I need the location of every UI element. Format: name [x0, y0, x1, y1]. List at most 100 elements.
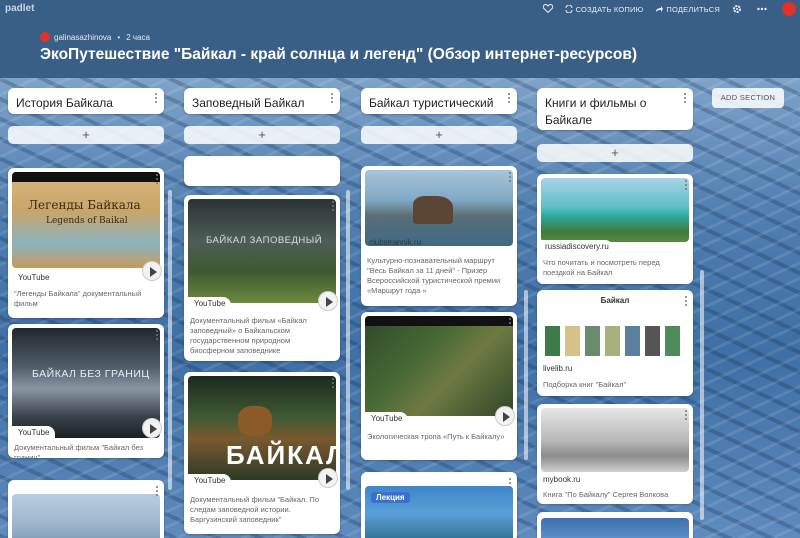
source-label: YouTube	[188, 297, 232, 310]
kebab-icon[interactable]	[154, 486, 160, 498]
video-thumbnail[interactable]: БАЙКАЛ ЗАПОВЕДНЫЙ	[188, 199, 336, 303]
post-card[interactable]: Байкал livelib.ru Подборка книг "Байкал"	[537, 290, 693, 396]
post-caption: Экологическая тропа «Путь к Байкалу»	[367, 432, 505, 441]
play-icon[interactable]	[142, 261, 162, 281]
share-button[interactable]: ПОДЕЛИТЬСЯ	[655, 5, 720, 14]
kebab-icon[interactable]	[683, 296, 689, 308]
post-card[interactable]	[184, 156, 340, 186]
heart-icon[interactable]	[542, 0, 553, 18]
padlet-header: padlet СОЗДАТЬ КОПИЮ ПОДЕЛИТЬСЯ galinasa…	[0, 0, 800, 78]
kebab-icon[interactable]	[506, 93, 512, 105]
post-card[interactable]	[537, 512, 693, 538]
thumb-title: БАЙКАЛ БЕЗ ГРАНИЦ	[32, 368, 150, 380]
author-name[interactable]: galinasazhinova	[54, 33, 111, 42]
post-card[interactable]: mybook.ru Книга "По Байкалу" Сергея Волк…	[537, 404, 693, 504]
post-card[interactable]: Легенды Байкала Legends of Baikal YouTub…	[8, 168, 164, 318]
post-caption: Культурно-познавательный маршрут "Весь Б…	[367, 256, 501, 295]
video-thumbnail[interactable]: БАЙКАЛ	[188, 376, 336, 480]
column-scrollbar[interactable]	[700, 270, 704, 520]
post-card[interactable]: russiadiscovery.ru Что почитать и посмот…	[537, 174, 693, 284]
settings-button[interactable]	[732, 4, 745, 14]
add-section-button[interactable]: ADD SECTION	[712, 88, 784, 108]
column-scrollbar[interactable]	[346, 190, 350, 490]
section-header[interactable]: Байкал туристический	[361, 88, 517, 114]
section-header[interactable]: История Байкала	[8, 88, 164, 114]
add-post-button[interactable]: +	[8, 126, 164, 144]
post-card[interactable]: YouTube Экологическая тропа «Путь к Байк…	[361, 312, 517, 460]
image-thumbnail[interactable]: Лекция	[365, 486, 513, 538]
more-button[interactable]	[757, 7, 770, 11]
post-card[interactable]	[8, 480, 164, 538]
add-post-button[interactable]: +	[537, 144, 693, 162]
source-label: russiadiscovery.ru	[541, 240, 613, 251]
play-icon[interactable]	[495, 406, 515, 426]
section-title: Книги и фильмы о Байкале	[545, 96, 647, 127]
separator-dot: •	[117, 32, 121, 42]
add-post-button[interactable]: +	[361, 126, 517, 144]
play-icon[interactable]	[142, 418, 162, 438]
video-thumbnail[interactable]: БАЙКАЛ БЕЗ ГРАНИЦ	[12, 328, 160, 438]
thumb-title: БАЙКАЛ ЗАПОВЕДНЫЙ	[206, 235, 323, 246]
post-caption: "Легенды Байкала" документальный фильм	[14, 289, 142, 308]
post-card[interactable]: БАЙКАЛ БЕЗ ГРАНИЦ YouTube Документальный…	[8, 324, 164, 458]
source-label: YouTube	[12, 271, 56, 284]
brand-logo-icon[interactable]	[782, 2, 796, 16]
kebab-icon[interactable]	[330, 378, 336, 390]
kebab-icon[interactable]	[683, 180, 689, 192]
image-thumbnail[interactable]	[12, 494, 160, 538]
kebab-icon[interactable]	[507, 172, 513, 184]
section-header[interactable]: Заповедный Байкал	[184, 88, 340, 114]
post-card[interactable]: Лекция	[361, 472, 517, 538]
video-thumbnail[interactable]: Легенды Байкала Legends of Baikal	[12, 172, 160, 268]
app-logo[interactable]: padlet	[5, 3, 34, 14]
source-label: clubstrannik.ru	[369, 238, 422, 247]
post-caption: Документальный фильм «Байкал заповедный»…	[190, 316, 307, 355]
post-caption: Документальный фильм "Байкал. По следам …	[190, 495, 319, 524]
page-title: ЭкоПутешествие "Байкал - край солнца и л…	[40, 46, 638, 63]
plus-icon: +	[435, 127, 443, 142]
share-label: ПОДЕЛИТЬСЯ	[666, 4, 720, 14]
more-icon	[757, 7, 767, 11]
source-label: livelib.ru	[543, 364, 573, 373]
kebab-icon[interactable]	[682, 93, 688, 105]
post-card[interactable]: БАЙКАЛ ЗАПОВЕДНЫЙ YouTube Документальный…	[184, 195, 340, 361]
play-icon[interactable]	[318, 468, 338, 488]
author-line: galinasazhinova • 2 часа	[40, 32, 150, 42]
post-caption: Книга "По Байкалу" Сергея Волкова	[543, 490, 669, 499]
kebab-icon[interactable]	[507, 318, 513, 330]
plus-icon: +	[611, 145, 619, 160]
column-scrollbar[interactable]	[524, 290, 528, 460]
thumb-subtitle: Legends of Baikal	[46, 216, 128, 226]
post-caption: Что почитать и посмотреть перед поездкой…	[543, 258, 660, 277]
share-icon	[656, 6, 664, 12]
section-header[interactable]: Книги и фильмы о Байкале	[537, 88, 693, 130]
kebab-icon[interactable]	[683, 410, 689, 422]
post-caption: Подборка книг "Байкал"	[543, 380, 627, 389]
column-scrollbar[interactable]	[168, 190, 172, 490]
link-thumbnail[interactable]	[541, 408, 689, 472]
copy-icon	[565, 5, 573, 13]
section-title: История Байкала	[16, 96, 113, 110]
kebab-icon[interactable]	[507, 478, 513, 490]
kebab-icon[interactable]	[683, 518, 689, 530]
source-label: mybook.ru	[543, 475, 581, 484]
kebab-icon[interactable]	[329, 93, 335, 105]
top-bar: padlet СОЗДАТЬ КОПИЮ ПОДЕЛИТЬСЯ	[0, 0, 800, 18]
gear-icon	[733, 5, 741, 13]
source-label: YouTube	[365, 412, 409, 425]
play-icon[interactable]	[318, 291, 338, 311]
post-card[interactable]: БАЙКАЛ YouTube Документальный фильм "Бай…	[184, 372, 340, 534]
video-thumbnail[interactable]	[365, 316, 513, 416]
section-title: Заповедный Байкал	[192, 96, 305, 110]
link-thumbnail[interactable]	[365, 170, 513, 246]
kebab-icon[interactable]	[154, 174, 160, 186]
avatar[interactable]	[40, 32, 50, 42]
kebab-icon[interactable]	[153, 93, 159, 105]
link-thumbnail[interactable]	[541, 178, 689, 242]
remake-button[interactable]: СОЗДАТЬ КОПИЮ	[565, 5, 644, 14]
image-thumbnail[interactable]	[541, 518, 689, 538]
lecture-badge: Лекция	[371, 492, 410, 503]
add-post-button[interactable]: +	[184, 126, 340, 144]
kebab-icon[interactable]	[154, 330, 160, 342]
kebab-icon[interactable]	[330, 201, 336, 213]
